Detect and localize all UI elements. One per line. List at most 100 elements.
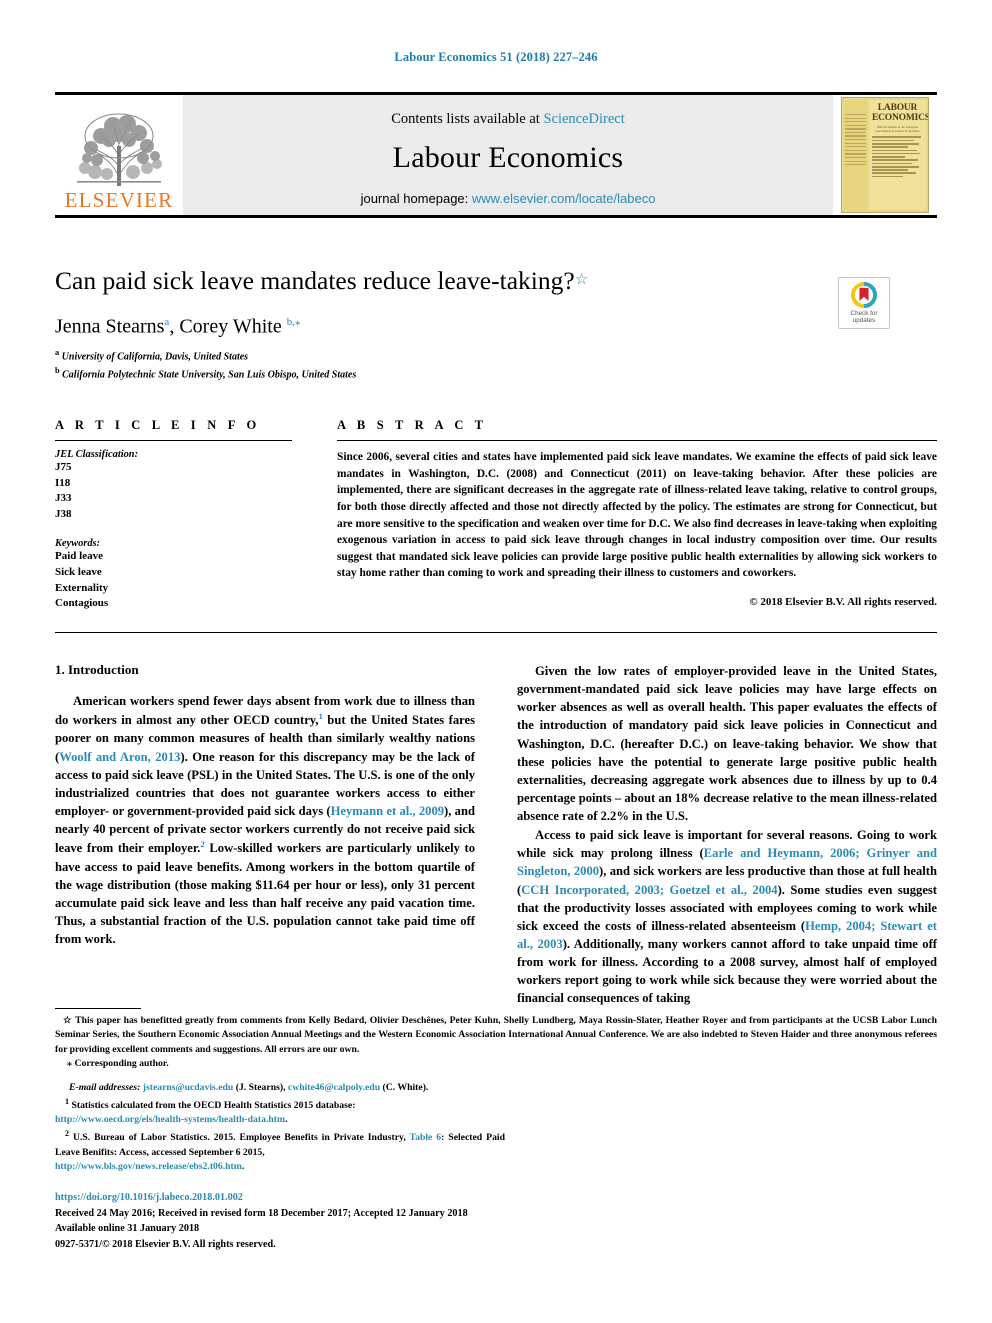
abstract-bottom-rule xyxy=(55,632,937,633)
journal-banner: ELSEVIER Contents lists available at Sci… xyxy=(55,92,937,218)
article-footer: https://doi.org/10.1016/j.labeco.2018.01… xyxy=(55,1190,655,1252)
right-text-d: ). Additionally, many workers cannot aff… xyxy=(517,936,937,1006)
footnote-1-text: Statistics calculated from the OECD Heal… xyxy=(71,1099,356,1111)
abstract-text: Since 2006, several cities and states ha… xyxy=(337,451,937,580)
footnote-separator-rule xyxy=(55,1008,141,1009)
affiliation-b: b California Polytechnic State Universit… xyxy=(55,365,937,383)
footnote-2-table-link[interactable]: Table 6 xyxy=(410,1132,442,1143)
keyword-item: Sick leave xyxy=(55,566,102,579)
abstract-copyright: © 2018 Elsevier B.V. All rights reserved… xyxy=(749,596,937,609)
article-title-text: Can paid sick leave mandates reduce leav… xyxy=(55,266,575,295)
corresponding-marker: ⁎ xyxy=(67,1057,73,1069)
footnote-1: 1 Statistics calculated from the OECD He… xyxy=(55,1096,505,1114)
body-right-column: Given the low rates of employer-provided… xyxy=(517,662,937,1008)
email-label: E-mail addresses: xyxy=(69,1082,141,1093)
corresponding-author-footnote: ⁎ Corresponding author. xyxy=(55,1057,937,1071)
email-footnote: E-mail addresses: jstearns@ucdavis.edu (… xyxy=(55,1081,505,1096)
author-2-affiliation-marker[interactable]: b,⁎ xyxy=(287,316,301,328)
body-columns: 1. Introduction American workers spend f… xyxy=(55,662,937,1008)
jel-code: I18 xyxy=(55,476,71,489)
author-list: Jenna Stearnsa, Corey White b,⁎ xyxy=(55,315,301,338)
footnote-2-marker: 2 xyxy=(65,1128,70,1138)
author-1-affiliation-marker[interactable]: a xyxy=(164,316,169,328)
right-paragraph-1: Given the low rates of employer-provided… xyxy=(517,664,937,823)
affiliation-a-text: University of California, Davis, United … xyxy=(61,351,249,363)
acknowledgement-marker: ☆ xyxy=(63,1015,73,1026)
doi-link[interactable]: https://doi.org/10.1016/j.labeco.2018.01… xyxy=(55,1192,243,1203)
citation-cch-goetzel[interactable]: CCH Incorporated, 2003; Goetzel et al., … xyxy=(521,883,777,897)
jel-classification-heading: JEL Classification: xyxy=(55,449,139,460)
affiliation-b-marker: b xyxy=(55,366,60,376)
article-history: Received 24 May 2016; Received in revise… xyxy=(55,1207,468,1219)
title-footnote-marker[interactable]: ☆ xyxy=(575,272,588,288)
abstract-rule xyxy=(337,440,937,441)
acknowledgement-text: This paper has benefitted greatly from c… xyxy=(55,1015,937,1055)
abstract-heading: A B S T R A C T xyxy=(337,418,488,432)
email-owner-stearns: (J. Stearns), xyxy=(235,1082,286,1093)
article-title: Can paid sick leave mandates reduce leav… xyxy=(55,266,937,297)
jel-code-list: J75 I18 J33 J38 xyxy=(55,460,323,522)
issn-copyright-line: 0927-5371/© 2018 Elsevier B.V. All right… xyxy=(55,1238,276,1250)
article-info-column: A R T I C L E I N F O JEL Classification… xyxy=(55,418,323,612)
intro-text-e: Low-skilled workers are particularly unl… xyxy=(55,841,475,946)
email-link-white[interactable]: cwhite46@calpoly.edu xyxy=(288,1082,380,1093)
citation-woolf-aron[interactable]: Woolf and Aron, 2013 xyxy=(59,750,180,764)
keyword-item: Externality xyxy=(55,581,109,594)
author-1-name[interactable]: Jenna Stearns xyxy=(55,315,164,337)
cover-main-panel: LABOUR ECONOMICS Official Journal of the… xyxy=(869,100,929,210)
jel-code: J38 xyxy=(55,507,72,520)
journal-homepage-link[interactable]: www.elsevier.com/locate/labeco xyxy=(472,191,656,206)
article-page: Labour Economics 51 (2018) 227–246 ELSEV… xyxy=(0,0,992,1323)
elsevier-logo: ELSEVIER xyxy=(55,95,183,215)
cover-contents-lines xyxy=(872,136,923,178)
journal-cover-thumbnail: LABOUR ECONOMICS Official Journal of the… xyxy=(833,95,937,215)
elsevier-tree-icon xyxy=(77,113,162,186)
journal-homepage-line: journal homepage: www.elsevier.com/locat… xyxy=(361,191,656,206)
info-abstract-region: A R T I C L E I N F O JEL Classification… xyxy=(55,418,937,612)
journal-title: Labour Economics xyxy=(392,140,624,174)
footnote-1-url[interactable]: http://www.oecd.org/els/health-systems/h… xyxy=(55,1114,285,1125)
footnote-2-url[interactable]: http://www.bls.gov/news.release/ebs2.t06… xyxy=(55,1161,242,1172)
title-block: Can paid sick leave mandates reduce leav… xyxy=(55,266,937,383)
sciencedirect-link[interactable]: ScienceDirect xyxy=(543,111,624,127)
journal-cover-image: LABOUR ECONOMICS Official Journal of the… xyxy=(841,97,929,213)
affiliation-list: a University of California, Davis, Unite… xyxy=(55,347,937,383)
footnote-1-url-line: http://www.oecd.org/els/health-systems/h… xyxy=(55,1114,288,1126)
article-info-rule xyxy=(55,440,292,441)
section-heading-introduction: 1. Introduction xyxy=(55,662,139,677)
footnote-1-marker: 1 xyxy=(65,1096,70,1106)
intro-paragraph-left: American workers spend fewer days absent… xyxy=(55,692,475,948)
author-2-name[interactable]: Corey White xyxy=(179,315,281,337)
acknowledgement-footnote: ☆ This paper has benefitted greatly from… xyxy=(55,1014,937,1057)
keyword-item: Paid leave xyxy=(55,550,103,563)
homepage-prefix: journal homepage: xyxy=(360,190,472,206)
cover-left-column xyxy=(844,100,867,210)
jel-code: J75 xyxy=(55,461,72,473)
cover-title-line2: ECONOMICS xyxy=(872,112,929,123)
affiliation-b-text: California Polytechnic State University,… xyxy=(62,369,357,381)
elsevier-wordmark: ELSEVIER xyxy=(64,188,174,212)
footnote-2-text-a: U.S. Bureau of Labor Statistics. 2015. E… xyxy=(73,1132,406,1144)
keyword-item: Contagious xyxy=(55,597,109,610)
contents-prefix: Contents lists available at xyxy=(391,110,544,127)
abstract-column: A B S T R A C T Since 2006, several citi… xyxy=(323,418,937,612)
footnote-detail-block: E-mail addresses: jstearns@ucdavis.edu (… xyxy=(55,1081,505,1175)
citation-heymann[interactable]: Heymann et al., 2009 xyxy=(331,804,444,818)
email-link-stearns[interactable]: jstearns@ucdavis.edu xyxy=(143,1082,234,1093)
footnotes-block: ☆ This paper has benefitted greatly from… xyxy=(55,1014,937,1071)
footnote-2-url-line: http://www.bls.gov/news.release/ebs2.t06… xyxy=(55,1161,245,1173)
right-paragraph-2: Access to paid sick leave is important f… xyxy=(517,826,937,1007)
affiliation-a-marker: a xyxy=(55,348,60,358)
cover-subtitle: Official Journal of the European Associa… xyxy=(875,125,920,134)
banner-center: Contents lists available at ScienceDirec… xyxy=(183,95,833,215)
corresponding-text: Corresponding author. xyxy=(74,1057,169,1069)
available-online: Available online 31 January 2018 xyxy=(55,1223,200,1234)
affiliation-a: a University of California, Davis, Unite… xyxy=(55,347,937,365)
email-owner-white: (C. White). xyxy=(382,1082,429,1093)
jel-code: J33 xyxy=(55,492,72,505)
keywords-heading: Keywords: xyxy=(55,538,101,550)
body-left-column: 1. Introduction American workers spend f… xyxy=(55,662,475,1008)
keyword-list: Paid leave Sick leave Externality Contag… xyxy=(55,549,323,611)
footnote-2: 2 U.S. Bureau of Labor Statistics. 2015.… xyxy=(55,1128,505,1160)
contents-available-line: Contents lists available at ScienceDirec… xyxy=(391,111,625,128)
